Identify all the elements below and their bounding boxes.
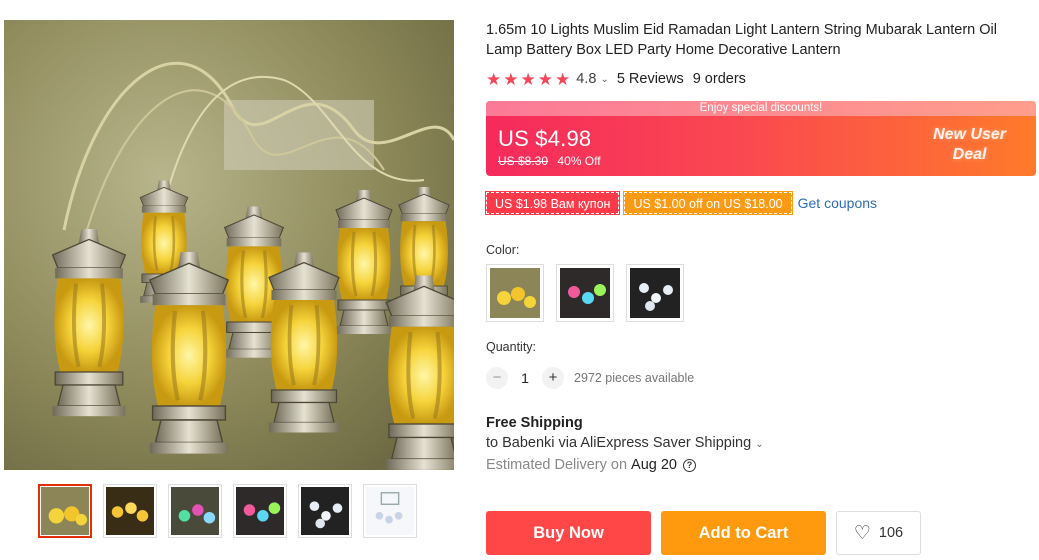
estimated-delivery-date: Aug 20 [631,457,677,473]
color-swatch-warm[interactable] [486,264,544,322]
wishlist-count: 106 [878,525,904,541]
main-product-image[interactable] [4,20,454,470]
star-icon: ★ [486,69,502,89]
thumbnail-strip [38,484,417,538]
get-coupons-link[interactable]: Get coupons [798,195,877,211]
thumbnail-6[interactable] [363,484,417,538]
heart-icon: ♡ [853,522,871,544]
chevron-down-icon[interactable]: ⌄ [600,74,608,85]
add-to-cart-button[interactable]: Add to Cart [661,511,826,555]
star-icon: ★ [520,69,536,89]
rating-row: ★ ★ ★ ★ ★ 4.8 ⌄ 5 Reviews 9 orders [486,69,1036,89]
new-user-deal-badge: New User Deal [933,125,1006,165]
coupon-store[interactable]: US $1.98 Вам купон [484,191,621,215]
promo-line-2: Deal [952,146,987,163]
thumbnail-3[interactable] [168,484,222,538]
rating-stars: ★ ★ ★ ★ ★ [486,71,570,88]
color-swatch-multicolor[interactable] [556,264,614,322]
chevron-down-icon[interactable]: ⌄ [755,439,763,450]
estimated-delivery-label: Estimated Delivery on [486,457,628,473]
price-banner: Enjoy special discounts! US $4.98 US $8.… [486,101,1036,176]
shipping-method-text: to Babenki via AliExpress Saver Shipping [486,435,752,451]
star-icon: ★ [555,69,571,89]
wishlist-button[interactable]: ♡ 106 [836,511,921,555]
thumbnail-2[interactable] [103,484,157,538]
color-label: Color: [486,243,520,257]
discount-percent: 40% Off [557,154,601,168]
color-swatches [486,264,1036,322]
orders-count: 9 orders [692,71,746,87]
purchase-actions: Buy Now Add to Cart ♡ 106 [486,511,921,555]
buy-now-button[interactable]: Buy Now [486,511,651,555]
shipping-method[interactable]: to Babenki via AliExpress Saver Shipping… [486,435,1036,451]
product-info: 1.65m 10 Lights Muslim Eid Ramadan Light… [484,20,1036,473]
original-price: US $8.30 [498,154,549,168]
estimated-delivery: Estimated Delivery on Aug 20 ? [486,457,1036,473]
shipping-title: Free Shipping [486,415,583,431]
coupon-select[interactable]: US $1.00 off on US $18.00 [623,191,793,215]
star-icon: ★ [503,69,519,89]
product-title: 1.65m 10 Lights Muslim Eid Ramadan Light… [486,22,997,58]
decrease-quantity-button[interactable]: − [486,367,508,389]
thumbnail-5[interactable] [298,484,352,538]
pieces-available: 2972 pieces available [574,371,695,385]
discount-banner: Enjoy special discounts! [486,101,1036,116]
thumbnail-1[interactable] [38,484,92,538]
price-original-row: US $8.30 40% Off [498,154,601,168]
help-icon[interactable]: ? [683,458,696,472]
coupon-row: US $1.98 Вам купон US $1.00 off on US $1… [484,191,1036,215]
current-price: US $4.98 [498,126,592,151]
quantity-stepper: − 1 + 2972 pieces available [486,367,1036,389]
increase-quantity-button[interactable]: + [542,367,564,389]
thumbnail-4[interactable] [233,484,287,538]
color-swatch-white[interactable] [626,264,684,322]
quantity-label: Quantity: [486,340,537,354]
star-icon: ★ [537,69,553,89]
promo-line-1: New User [933,126,1006,143]
rating-score: 4.8 [576,71,597,87]
reviews-link[interactable]: 5 Reviews [617,71,684,87]
quantity-input[interactable]: 1 [508,370,542,386]
